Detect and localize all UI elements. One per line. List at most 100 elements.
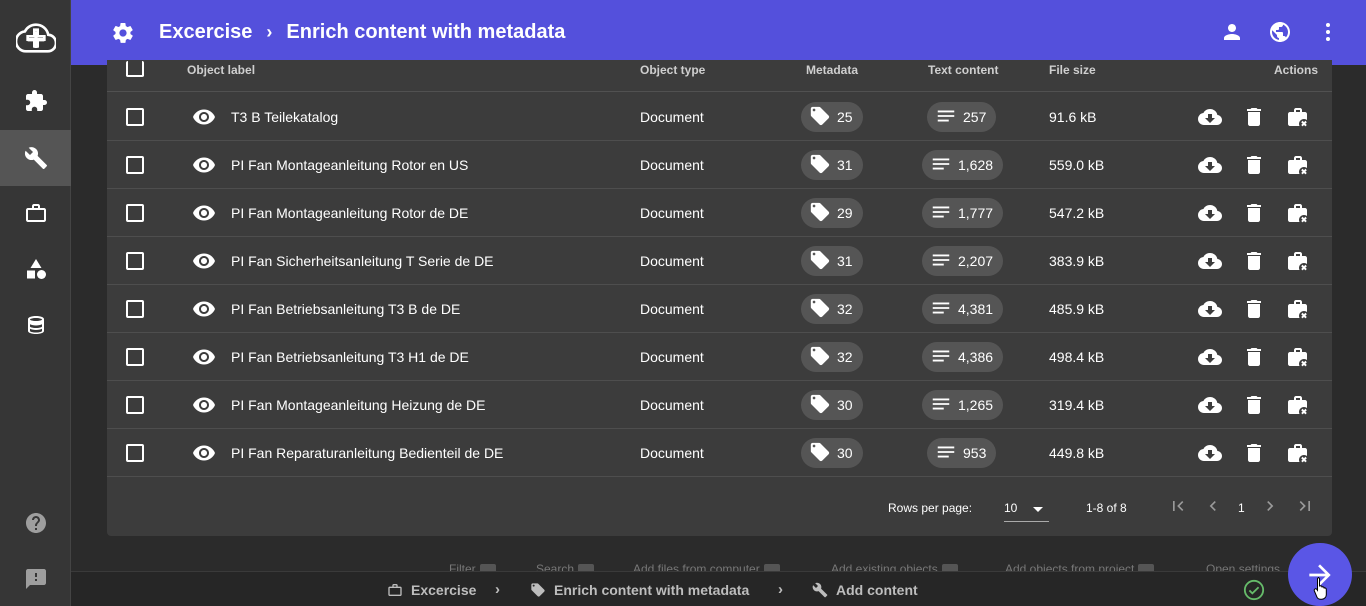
metadata-chip[interactable]: 30 bbox=[801, 438, 863, 468]
header-object-label[interactable]: Object label bbox=[187, 63, 255, 77]
table-row[interactable]: T3 B Teilekatalog Document 25 257 91.6 kB bbox=[107, 93, 1332, 141]
metadata-chip[interactable]: 30 bbox=[801, 390, 863, 420]
remove-from-project-icon[interactable] bbox=[1286, 105, 1310, 129]
header-file-size[interactable]: File size bbox=[1049, 63, 1096, 77]
object-label[interactable]: PI Fan Montageanleitung Heizung de DE bbox=[231, 397, 486, 413]
more-vert-icon[interactable] bbox=[1316, 20, 1340, 49]
metadata-chip[interactable]: 29 bbox=[801, 198, 863, 228]
eye-icon[interactable] bbox=[192, 153, 216, 177]
last-page-icon[interactable] bbox=[1295, 496, 1315, 516]
delete-icon[interactable] bbox=[1242, 153, 1266, 177]
remove-from-project-icon[interactable] bbox=[1286, 297, 1310, 321]
metadata-chip[interactable]: 31 bbox=[801, 246, 863, 276]
cloud-download-icon[interactable] bbox=[1197, 105, 1222, 129]
eye-icon[interactable] bbox=[192, 345, 216, 369]
remove-from-project-icon[interactable] bbox=[1286, 441, 1310, 465]
object-label[interactable]: PI Fan Reparaturanleitung Bedienteil de … bbox=[231, 445, 503, 461]
table-row[interactable]: PI Fan Reparaturanleitung Bedienteil de … bbox=[107, 429, 1332, 477]
eye-icon[interactable] bbox=[192, 393, 216, 417]
eye-icon[interactable] bbox=[192, 441, 216, 465]
feedback-icon[interactable] bbox=[0, 551, 71, 606]
row-checkbox[interactable] bbox=[126, 204, 144, 222]
metadata-chip[interactable]: 25 bbox=[801, 102, 863, 132]
cloud-download-icon[interactable] bbox=[1197, 393, 1222, 417]
header-metadata[interactable]: Metadata bbox=[806, 63, 858, 77]
header-text-content[interactable]: Text content bbox=[928, 63, 998, 77]
eye-icon[interactable] bbox=[192, 105, 216, 129]
cloud-download-icon[interactable] bbox=[1197, 153, 1222, 177]
eye-icon[interactable] bbox=[192, 249, 216, 273]
metadata-chip[interactable]: 31 bbox=[801, 150, 863, 180]
first-page-icon[interactable] bbox=[1168, 496, 1188, 516]
table-row[interactable]: PI Fan Sicherheitsanleitung T Serie de D… bbox=[107, 237, 1332, 285]
delete-icon[interactable] bbox=[1242, 441, 1266, 465]
metadata-chip[interactable]: 32 bbox=[801, 342, 863, 372]
help-icon[interactable] bbox=[0, 495, 71, 551]
row-checkbox[interactable] bbox=[126, 396, 144, 414]
table-row[interactable]: PI Fan Betriebsanleitung T3 B de DE Docum… bbox=[107, 285, 1332, 333]
globe-icon[interactable] bbox=[1268, 20, 1292, 49]
wrench-icon[interactable] bbox=[0, 130, 71, 186]
text-content-chip[interactable]: 953 bbox=[927, 438, 997, 468]
object-label[interactable]: PI Fan Montageanleitung Rotor en US bbox=[231, 157, 468, 173]
text-content-chip[interactable]: 1,777 bbox=[922, 198, 1004, 228]
row-checkbox[interactable] bbox=[126, 108, 144, 126]
step-enrich[interactable]: Enrich content with metadata bbox=[530, 582, 749, 598]
table-row[interactable]: PI Fan Montageanleitung Rotor en US Docum… bbox=[107, 141, 1332, 189]
remove-from-project-icon[interactable] bbox=[1286, 345, 1310, 369]
text-content-chip[interactable]: 1,628 bbox=[922, 150, 1004, 180]
object-label[interactable]: PI Fan Sicherheitsanleitung T Serie de D… bbox=[231, 253, 494, 269]
next-page-icon[interactable] bbox=[1260, 496, 1280, 516]
row-checkbox[interactable] bbox=[126, 300, 144, 318]
previous-page-icon[interactable] bbox=[1203, 496, 1223, 516]
rows-per-page-select[interactable]: 10 bbox=[1004, 494, 1049, 522]
cloud-download-icon[interactable] bbox=[1197, 249, 1222, 273]
step-exercise[interactable]: Excercise bbox=[387, 582, 476, 598]
cloud-download-icon[interactable] bbox=[1197, 297, 1222, 321]
text-content-chip[interactable]: 1,265 bbox=[922, 390, 1004, 420]
text-content-chip[interactable]: 4,386 bbox=[922, 342, 1004, 372]
row-checkbox[interactable] bbox=[126, 252, 144, 270]
delete-icon[interactable] bbox=[1242, 297, 1266, 321]
breadcrumb-exercise[interactable]: Excercise bbox=[159, 21, 252, 44]
delete-icon[interactable] bbox=[1242, 249, 1266, 273]
briefcase-icon[interactable] bbox=[0, 185, 71, 241]
remove-from-project-icon[interactable] bbox=[1286, 153, 1310, 177]
shapes-icon[interactable] bbox=[0, 241, 71, 297]
puzzle-icon[interactable] bbox=[0, 73, 71, 129]
text-content-chip[interactable]: 2,207 bbox=[922, 246, 1004, 276]
cloud-download-icon[interactable] bbox=[1197, 201, 1222, 225]
text-content-chip[interactable]: 4,381 bbox=[922, 294, 1004, 324]
select-all-checkbox[interactable] bbox=[126, 61, 144, 77]
object-label[interactable]: PI Fan Montageanleitung Rotor de DE bbox=[231, 205, 468, 221]
cloud-upload-icon[interactable] bbox=[0, 10, 71, 66]
table-row[interactable]: PI Fan Betriebsanleitung T3 H1 de DE Docu… bbox=[107, 333, 1332, 381]
delete-icon[interactable] bbox=[1242, 393, 1266, 417]
row-checkbox[interactable] bbox=[126, 444, 144, 462]
text-content-chip[interactable]: 257 bbox=[927, 102, 997, 132]
database-icon[interactable] bbox=[0, 297, 71, 353]
gear-icon[interactable] bbox=[111, 21, 135, 45]
object-label[interactable]: PI Fan Betriebsanleitung T3 B de DE bbox=[231, 301, 460, 317]
delete-icon[interactable] bbox=[1242, 345, 1266, 369]
step-add-content[interactable]: Add content bbox=[812, 582, 918, 598]
account-icon[interactable] bbox=[1220, 20, 1244, 49]
row-checkbox[interactable] bbox=[126, 156, 144, 174]
object-label[interactable]: T3 B Teilekatalog bbox=[231, 109, 338, 125]
row-checkbox[interactable] bbox=[126, 348, 144, 366]
object-label[interactable]: PI Fan Betriebsanleitung T3 H1 de DE bbox=[231, 349, 469, 365]
remove-from-project-icon[interactable] bbox=[1286, 393, 1310, 417]
cloud-download-icon[interactable] bbox=[1197, 441, 1222, 465]
header-object-type[interactable]: Object type bbox=[640, 63, 705, 77]
delete-icon[interactable] bbox=[1242, 105, 1266, 129]
eye-icon[interactable] bbox=[192, 201, 216, 225]
remove-from-project-icon[interactable] bbox=[1286, 249, 1310, 273]
table-row[interactable]: PI Fan Montageanleitung Heizung de DE Doc… bbox=[107, 381, 1332, 429]
eye-icon[interactable] bbox=[192, 297, 216, 321]
tag-icon bbox=[809, 441, 831, 466]
remove-from-project-icon[interactable] bbox=[1286, 201, 1310, 225]
metadata-chip[interactable]: 32 bbox=[801, 294, 863, 324]
delete-icon[interactable] bbox=[1242, 201, 1266, 225]
cloud-download-icon[interactable] bbox=[1197, 345, 1222, 369]
table-row[interactable]: PI Fan Montageanleitung Rotor de DE Docum… bbox=[107, 189, 1332, 237]
